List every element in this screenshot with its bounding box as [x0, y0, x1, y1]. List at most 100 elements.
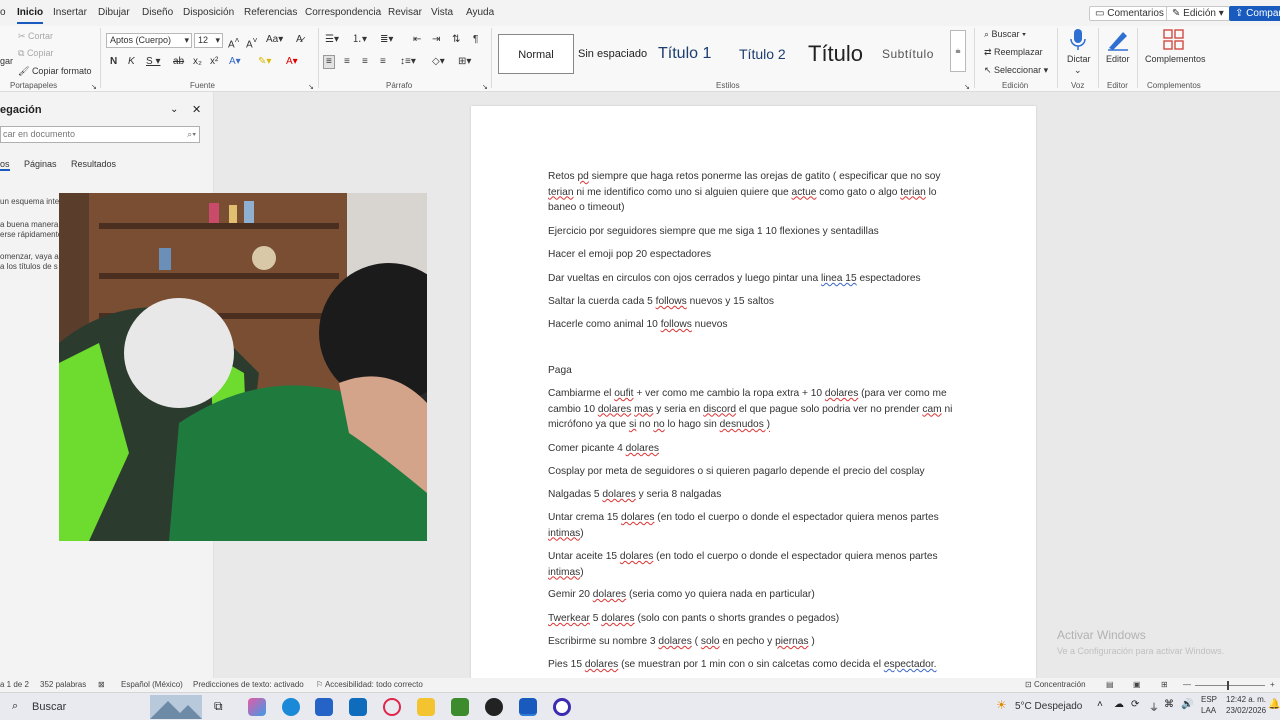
align-center-icon[interactable]: ≡ [344, 56, 350, 68]
paragraph[interactable]: Saltar la cuerda cada 5 follows nuevos y… [548, 294, 963, 310]
paragraph[interactable]: Escribirme su nombre 3 dolares ( solo en… [548, 634, 963, 650]
paragraph[interactable]: Hacerle como animal 10 follows nuevos [548, 317, 963, 333]
dictate-button[interactable]: Dictar [1067, 54, 1091, 64]
zoom-out-icon[interactable]: — [1183, 680, 1191, 689]
italic-icon[interactable]: K [128, 56, 135, 68]
comments-button[interactable]: ▭ Comentarios [1089, 6, 1170, 21]
tab-draw[interactable]: Dibujar [98, 7, 130, 18]
change-case-icon[interactable]: Aa▾ [266, 34, 283, 46]
paragraph[interactable]: Ejercicio por seguidores siempre que me … [548, 224, 963, 240]
chevron-down-icon[interactable]: ⌄ [1074, 65, 1082, 76]
replace-button[interactable]: ⇄ Reemplazar [984, 47, 1043, 58]
accessibility-status[interactable]: ⚐ Accesibilidad: todo correcto [316, 680, 423, 689]
tab-insert[interactable]: Insertar [53, 7, 87, 18]
numbering-icon[interactable]: ⒈▾ [352, 34, 367, 46]
shading-icon[interactable]: ◇▾ [432, 56, 445, 68]
cut-button[interactable]: ✂ Cortar [18, 31, 53, 42]
tab-references[interactable]: Referencias [244, 7, 297, 18]
web-layout-icon[interactable]: ⊞ [1161, 680, 1168, 689]
search-input[interactable]: car en documento ⌕▾ [0, 126, 200, 143]
paragraph[interactable]: Paga [548, 363, 963, 379]
style-heading1[interactable]: Título 1 [658, 34, 711, 74]
paragraph[interactable]: Twerkear 5 dolares (solo con pants o sho… [548, 611, 963, 627]
borders-icon[interactable]: ⊞▾ [458, 56, 471, 68]
styles-more-icon[interactable]: ⩧ [950, 30, 966, 72]
paragraph[interactable]: Dar vueltas en circulos con ojos cerrado… [548, 271, 963, 287]
align-right-icon[interactable]: ≡ [362, 56, 368, 68]
store-icon[interactable] [315, 698, 333, 716]
tab-mailings[interactable]: Correspondencia [305, 7, 381, 18]
text-effects-icon[interactable]: A▾ [229, 56, 241, 68]
cloud-icon[interactable]: ☁ [1114, 699, 1124, 710]
style-heading2[interactable]: Título 2 [739, 34, 786, 74]
text-predictions-status[interactable]: Predicciones de texto: activado [193, 680, 304, 689]
clear-format-icon[interactable]: A̷ [296, 34, 303, 46]
paragraph[interactable]: Nalgadas 5 dolares y seria 8 nalgadas [548, 487, 963, 503]
volume-icon[interactable]: 🔊 [1181, 699, 1193, 710]
paragraph[interactable]: Untar crema 15 dolares (en todo el cuerp… [548, 510, 963, 541]
style-subtitle[interactable]: Subtítulo [882, 34, 934, 74]
file-explorer-icon[interactable] [417, 698, 435, 716]
document-page[interactable]: Retos pd siempre que haga retos ponerme … [471, 106, 1036, 686]
pilcrow-icon[interactable]: ¶ [473, 34, 478, 46]
close-icon[interactable]: ✕ [192, 103, 201, 116]
editor-button[interactable]: Editor [1106, 54, 1130, 64]
minecraft-icon[interactable] [451, 698, 469, 716]
sync-icon[interactable]: ⟳ [1131, 699, 1139, 710]
editor-icon[interactable] [1105, 28, 1131, 52]
input-layout[interactable]: LAA [1201, 706, 1216, 715]
editing-mode-button[interactable]: ✎ Edición ▾ [1166, 6, 1230, 21]
tab-view[interactable]: Vista [431, 7, 453, 18]
style-title[interactable]: Título [808, 34, 863, 74]
find-button[interactable]: ⌕ Buscar ▾ [984, 29, 1026, 40]
addins-icon[interactable] [1161, 28, 1187, 52]
line-spacing-icon[interactable]: ↕≡▾ [400, 56, 416, 68]
read-mode-icon[interactable]: ▤ [1106, 680, 1114, 689]
zoom-slider[interactable] [1195, 685, 1265, 686]
paragraph[interactable]: Comer picante 4 dolares [548, 441, 963, 457]
font-color-icon[interactable]: A▾ [286, 56, 298, 68]
word-icon[interactable] [519, 698, 537, 716]
word-count[interactable]: 352 palabras [40, 680, 86, 689]
style-normal[interactable]: Normal [498, 34, 574, 74]
edge-icon[interactable] [282, 698, 300, 716]
chevron-down-icon[interactable]: ⌄ [170, 104, 178, 115]
paste-button[interactable]: gar [0, 56, 13, 66]
style-no-spacing[interactable]: Sin espaciado [578, 34, 647, 74]
copy-button[interactable]: ⧉ Copiar [18, 48, 53, 59]
align-left-icon[interactable]: ≡ [323, 55, 335, 69]
grow-font-icon[interactable]: A˄ [228, 34, 240, 51]
clock-time[interactable]: 12:42 a. m. [1226, 695, 1266, 704]
bold-icon[interactable]: N [110, 56, 117, 68]
paragraph[interactable]: Cambiarme el oufit + ver como me cambio … [548, 386, 963, 433]
tab-pages[interactable]: Páginas [24, 159, 57, 169]
tab-headings[interactable]: os [0, 159, 10, 171]
notification-icon[interactable]: 🔔 [1268, 699, 1280, 710]
paragraph[interactable]: Hacer el emoji pop 20 espectadores [548, 247, 963, 263]
tab-help[interactable]: Ayuda [466, 7, 494, 18]
task-view-icon[interactable]: ⧉ [214, 699, 223, 714]
font-name-select[interactable]: Aptos (Cuerpo) ▾ [106, 33, 192, 48]
focus-button[interactable]: ⊡ Concentración [1025, 680, 1086, 689]
tab-review[interactable]: Revisar [388, 7, 422, 18]
tab-home[interactable]: Inicio [17, 7, 44, 24]
zoom-slider-thumb[interactable] [1227, 681, 1229, 690]
weather-text[interactable]: 5°C Despejado [1015, 701, 1082, 712]
shrink-font-icon[interactable]: A˅ [246, 34, 258, 51]
paragraph[interactable]: Untar aceite 15 dolares (en todo el cuer… [548, 549, 963, 580]
clock-date[interactable]: 23/02/2026 [1226, 706, 1266, 715]
app-icon[interactable] [553, 698, 571, 716]
network-icon[interactable]: ⌘ [1164, 699, 1174, 710]
addins-button[interactable]: Complementos [1145, 54, 1206, 64]
paragraph[interactable]: Retos pd siempre que haga retos ponerme … [548, 169, 963, 216]
page-count[interactable]: a 1 de 2 [0, 680, 29, 689]
outlook-icon[interactable] [349, 698, 367, 716]
zoom-in-icon[interactable]: + [1270, 680, 1275, 689]
subscript-icon[interactable]: x₂ [193, 56, 202, 68]
format-painter-button[interactable]: 🖌 Copiar formato [18, 66, 91, 77]
bullets-icon[interactable]: ☰▾ [325, 34, 339, 46]
copilot-icon[interactable] [248, 698, 266, 716]
print-layout-icon[interactable]: ▣ [1133, 680, 1141, 689]
sort-icon[interactable]: ⇅ [452, 34, 460, 46]
microphone-icon[interactable] [1065, 28, 1091, 52]
